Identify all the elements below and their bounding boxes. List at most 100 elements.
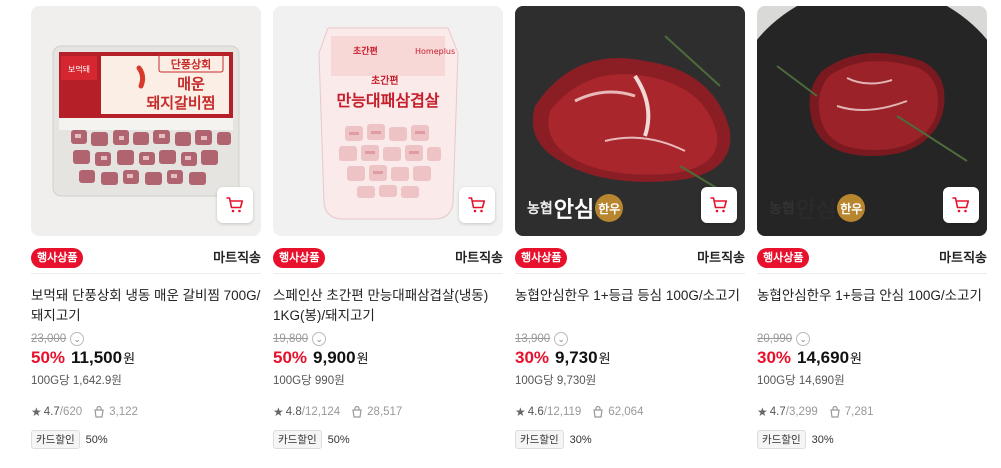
review-count[interactable]: 620 xyxy=(63,406,82,418)
sale-price: 9,730 xyxy=(555,348,598,367)
package-brand-text: Homeplus xyxy=(415,47,455,56)
purchase-icon xyxy=(593,405,603,418)
currency-unit: 원 xyxy=(850,351,862,366)
product-grid: 보먹돼 단풍상회 매운 돼지갈비찜 행사상품 마트직송 보먹돼 단풍상회 냉동 … xyxy=(0,0,1001,468)
card-discount-tag: 카드할인 xyxy=(273,430,322,449)
review-count[interactable]: 12,119 xyxy=(547,406,581,418)
review-count[interactable]: 3,299 xyxy=(789,406,818,418)
product-title[interactable]: 농협안심한우 1+등급 등심 100G/소고기 xyxy=(515,286,745,326)
unit-price: 100G당 14,690원 xyxy=(757,375,845,387)
logo-text-a: 농협 xyxy=(527,201,553,217)
purchase-icon xyxy=(352,405,362,418)
cart-icon xyxy=(710,197,728,213)
price-row: 30% 14,690 원 xyxy=(757,348,987,370)
package-text-2: 만능대패삼겹살 xyxy=(336,91,439,110)
package-text-3: 돼지갈비찜 xyxy=(146,94,215,112)
sale-price: 11,500 xyxy=(71,348,123,367)
package-text-1: 단풍상회 xyxy=(171,57,211,71)
add-to-cart-button[interactable] xyxy=(943,187,979,223)
product-title[interactable]: 보먹돼 단풍상회 냉동 매운 갈비찜 700G/돼지고기 xyxy=(31,286,261,326)
unit-price: 100G당 9,730원 xyxy=(515,375,597,387)
original-price: 13,900 xyxy=(515,333,551,345)
package-text-1: 초간편 xyxy=(371,74,399,87)
card-discount-row: 카드할인 30% xyxy=(757,430,987,449)
product-meta-row: 행사상품 마트직송 xyxy=(273,238,503,274)
product-meta-row: 행사상품 마트직송 xyxy=(757,238,987,274)
purchase-count: 7,281 xyxy=(844,406,874,418)
product-card[interactable]: 초간편 Homeplus 초간편 만능대패삼겹살 행사상품 마트직송 스페인산 … xyxy=(273,6,503,466)
original-price: 20,990 xyxy=(757,333,793,345)
product-image[interactable]: 보먹돼 단풍상회 매운 돼지갈비찜 xyxy=(31,6,261,236)
card-discount-row: 카드할인 50% xyxy=(273,430,503,449)
logo-text-c: 한우 xyxy=(595,194,624,222)
currency-unit: 원 xyxy=(123,351,136,366)
card-discount-tag: 카드할인 xyxy=(757,430,806,449)
unit-price: 100G당 990원 xyxy=(273,375,345,387)
cart-icon xyxy=(226,197,244,213)
shipping-label: 마트직송 xyxy=(213,250,261,265)
sale-price: 9,900 xyxy=(313,348,356,367)
stats-row: ★ 4.6 / 12,119 62,064 xyxy=(515,404,745,420)
product-title[interactable]: 스페인산 초간편 만능대패삼겹살(냉동) 1KG(봉)/돼지고기 xyxy=(273,286,503,326)
sale-price: 14,690 xyxy=(797,348,850,367)
card-discount-row: 카드할인 30% xyxy=(515,430,745,449)
product-card[interactable]: 농협 안심 한우 행사상품 마트직송 농협안심한우 1+등급 등심 100G/소… xyxy=(515,6,745,466)
event-badge: 행사상품 xyxy=(31,248,84,268)
stats-row: ★ 4.7 / 3,299 7,281 xyxy=(757,404,987,420)
add-to-cart-button[interactable] xyxy=(701,187,737,223)
stats-row: ★ 4.8 / 12,124 28,517 xyxy=(273,404,503,420)
discount-rate: 30% xyxy=(757,348,792,367)
purchase-count: 62,064 xyxy=(608,406,644,418)
original-price-row: 13,900 ⌄ xyxy=(515,332,745,346)
rating-value: 4.8 xyxy=(285,406,302,418)
purchase-icon xyxy=(94,405,104,418)
brand-logo: 농협 안심 한우 xyxy=(527,192,624,224)
add-to-cart-button[interactable] xyxy=(217,187,253,223)
event-badge: 행사상품 xyxy=(757,248,810,268)
info-icon[interactable]: ⌄ xyxy=(796,332,811,346)
package-brand-text: 보먹돼 xyxy=(68,64,90,74)
review-count[interactable]: 12,124 xyxy=(305,406,340,418)
info-icon[interactable]: ⌄ xyxy=(70,332,85,346)
rating-value: 4.7 xyxy=(43,406,60,418)
rating-value: 4.7 xyxy=(769,406,786,418)
purchase-icon xyxy=(830,405,840,418)
product-meta-row: 행사상품 마트직송 xyxy=(515,238,745,274)
product-image[interactable]: 초간편 Homeplus 초간편 만능대패삼겹살 xyxy=(273,6,503,236)
shipping-label: 마트직송 xyxy=(697,250,745,265)
logo-text-c: 한우 xyxy=(837,194,866,222)
price-row: 50% 9,900 원 xyxy=(273,348,503,370)
card-discount-rate: 50% xyxy=(85,433,108,446)
event-badge: 행사상품 xyxy=(273,248,326,268)
logo-text-a: 농협 xyxy=(769,201,795,217)
purchase-count: 28,517 xyxy=(367,406,403,418)
star-icon: ★ xyxy=(515,405,526,419)
product-meta-row: 행사상품 마트직송 xyxy=(31,238,261,274)
card-discount-tag: 카드할인 xyxy=(31,430,80,449)
star-icon: ★ xyxy=(273,405,284,419)
info-icon[interactable]: ⌄ xyxy=(554,332,569,346)
original-price: 23,000 xyxy=(31,333,67,345)
shipping-label: 마트직송 xyxy=(455,250,503,265)
star-icon: ★ xyxy=(31,405,42,419)
price-row: 50% 11,500 원 xyxy=(31,348,261,370)
discount-rate: 30% xyxy=(515,348,550,367)
price-row: 30% 9,730 원 xyxy=(515,348,745,370)
product-card[interactable]: 농협 안심 한우 행사상품 마트직송 농협안심한우 1+등급 안심 100G/소… xyxy=(757,6,987,466)
event-badge: 행사상품 xyxy=(515,248,568,268)
rating-value: 4.6 xyxy=(527,406,544,418)
shipping-label: 마트직송 xyxy=(939,250,987,265)
svg-text:초간편: 초간편 xyxy=(353,45,378,57)
add-to-cart-button[interactable] xyxy=(459,187,495,223)
discount-rate: 50% xyxy=(31,348,66,367)
product-image[interactable]: 농협 안심 한우 xyxy=(757,6,987,236)
card-discount-rate: 30% xyxy=(569,433,592,446)
currency-unit: 원 xyxy=(356,351,369,366)
product-image[interactable]: 농협 안심 한우 xyxy=(515,6,745,236)
product-card[interactable]: 보먹돼 단풍상회 매운 돼지갈비찜 행사상품 마트직송 보먹돼 단풍상회 냉동 … xyxy=(31,6,261,466)
purchase-count: 3,122 xyxy=(109,406,138,418)
product-title[interactable]: 농협안심한우 1+등급 안심 100G/소고기 xyxy=(757,286,987,326)
discount-rate: 50% xyxy=(273,348,308,367)
info-icon[interactable]: ⌄ xyxy=(312,332,327,346)
card-discount-rate: 50% xyxy=(327,433,350,446)
